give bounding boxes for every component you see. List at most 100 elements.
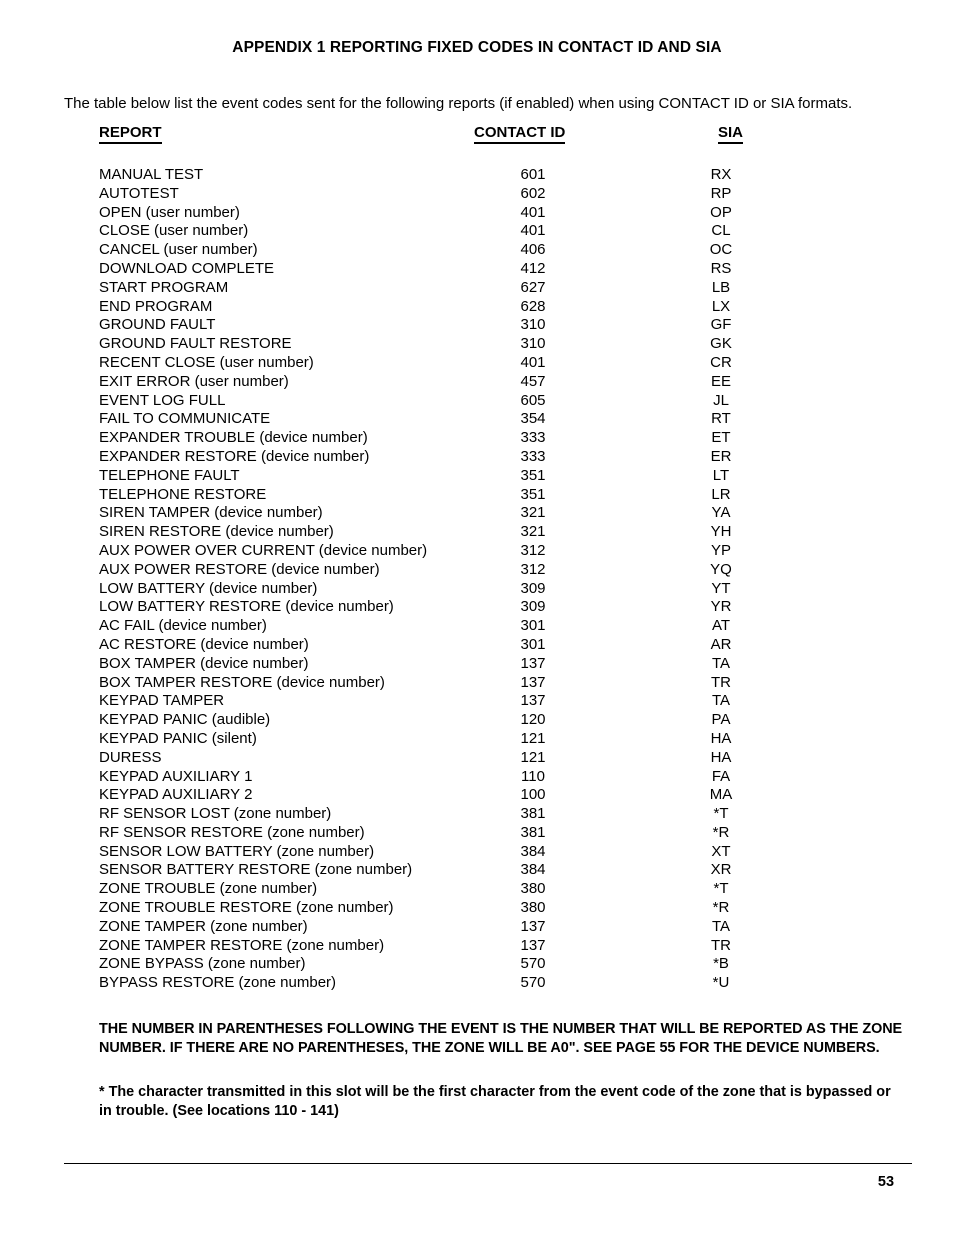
cell-sia: YH (710, 523, 732, 541)
cell-sia: YR (710, 598, 732, 616)
cell-report: AUTOTEST (99, 184, 179, 202)
cell-report: CANCEL (user number) (99, 241, 258, 259)
table-row: TELEPHONE FAULT 351 LT (99, 467, 799, 486)
cell-report: AC FAIL (device number) (99, 617, 267, 635)
cell-contact-id: 310 (520, 335, 546, 353)
table-row: KEYPAD AUXILIARY 1 110 FA (99, 768, 799, 787)
cell-sia: MA (709, 786, 733, 804)
table-row: LOW BATTERY (device number) 309 YT (99, 580, 799, 599)
cell-report: BOX TAMPER RESTORE (device number) (99, 673, 385, 691)
table-row: GROUND FAULT 310 GF (99, 316, 799, 335)
cell-report: DURESS (99, 748, 162, 766)
table-row: ZONE TAMPER RESTORE (zone number) 137 TR (99, 937, 799, 956)
cell-sia: RT (711, 410, 731, 428)
cell-sia: YQ (710, 560, 732, 578)
table-row: EVENT LOG FULL 605 JL (99, 392, 799, 411)
cell-report: RECENT CLOSE (user number) (99, 353, 314, 371)
table-row: CANCEL (user number) 406 OC (99, 241, 799, 260)
cell-contact-id: 401 (520, 203, 546, 221)
cell-report: GROUND FAULT (99, 316, 216, 334)
table-row: ZONE TAMPER (zone number) 137 TA (99, 918, 799, 937)
table-row: DOWNLOAD COMPLETE 412 RS (99, 260, 799, 279)
footer-divider (64, 1163, 912, 1164)
cell-sia: *T (713, 805, 729, 823)
cell-sia: CL (711, 222, 731, 240)
cell-sia: XR (710, 861, 732, 879)
table-row: EXIT ERROR (user number) 457 EE (99, 373, 799, 392)
table-header-row: REPORT CONTACT ID SIA (99, 124, 799, 145)
cell-report: FAIL TO COMMUNICATE (99, 410, 271, 428)
cell-sia: FA (711, 767, 731, 785)
table-row: KEYPAD PANIC (silent) 121 HA (99, 730, 799, 749)
cell-contact-id: 333 (520, 429, 546, 447)
cell-contact-id: 570 (520, 955, 546, 973)
cell-sia: ER (710, 447, 732, 465)
cell-sia: *B (713, 955, 729, 973)
table-row: AUX POWER RESTORE (device number) 312 YQ (99, 561, 799, 580)
cell-contact-id: 602 (520, 184, 546, 202)
table-row: OPEN (user number) 401 OP (99, 204, 799, 223)
cell-sia: RS (710, 259, 732, 277)
cell-contact-id: 312 (520, 541, 546, 559)
cell-sia: YA (711, 504, 731, 522)
cell-sia: RP (710, 184, 732, 202)
table-row: BOX TAMPER RESTORE (device number) 137 TR (99, 674, 799, 693)
cell-sia: *R (712, 823, 730, 841)
cell-contact-id: 137 (520, 917, 546, 935)
cell-report: ZONE TAMPER RESTORE (zone number) (99, 936, 385, 954)
cell-report: ZONE TROUBLE (zone number) (99, 880, 318, 898)
table-row: AC FAIL (device number) 301 AT (99, 617, 799, 636)
cell-contact-id: 301 (520, 617, 546, 635)
cell-sia: JL (713, 391, 729, 409)
table-row: AC RESTORE (device number) 301 AR (99, 636, 799, 655)
table-row: MANUAL TEST 601 RX (99, 166, 799, 185)
table-row: EXPANDER RESTORE (device number) 333 ER (99, 448, 799, 467)
table-row: GROUND FAULT RESTORE 310 GK (99, 335, 799, 354)
cell-sia: AR (710, 635, 732, 653)
cell-report: KEYPAD AUXILIARY 2 (99, 786, 253, 804)
cell-report: LOW BATTERY RESTORE (device number) (99, 598, 394, 616)
cell-report: SENSOR LOW BATTERY (zone number) (99, 842, 375, 860)
cell-sia: TR (711, 673, 731, 691)
cell-report: ZONE TAMPER (zone number) (99, 917, 308, 935)
cell-contact-id: 384 (520, 861, 546, 879)
table-row: LOW BATTERY RESTORE (device number) 309 YR (99, 598, 799, 617)
cell-report: BYPASS RESTORE (zone number) (99, 974, 337, 992)
codes-table: REPORT CONTACT ID SIA MANUAL TEST 601 RX AU… (99, 124, 799, 993)
cell-contact-id: 628 (520, 297, 546, 315)
cell-contact-id: 401 (520, 353, 546, 371)
cell-contact-id: 321 (520, 523, 546, 541)
cell-sia: YT (711, 579, 731, 597)
cell-contact-id: 601 (520, 166, 546, 183)
cell-sia: AT (711, 617, 731, 635)
cell-report: MANUAL TEST (99, 166, 204, 183)
table-row: BOX TAMPER (device number) 137 TA (99, 655, 799, 674)
cell-sia: YP (710, 541, 731, 559)
cell-contact-id: 351 (520, 466, 546, 484)
cell-report: EXIT ERROR (user number) (99, 372, 289, 390)
cell-report: LOW BATTERY (device number) (99, 579, 318, 597)
cell-sia: LB (711, 278, 731, 296)
cell-report: START PROGRAM (99, 278, 229, 296)
page-title: APPENDIX 1 REPORTING FIXED CODES IN CONT… (232, 39, 722, 56)
note-asterisk: * The character transmitted in this slot… (99, 1084, 891, 1119)
cell-contact-id: 333 (520, 447, 546, 465)
table-row: START PROGRAM 627 LB (99, 279, 799, 298)
cell-sia: *T (713, 880, 729, 898)
table-row: RF SENSOR RESTORE (zone number) 381 *R (99, 824, 799, 843)
cell-contact-id: 381 (520, 805, 546, 823)
cell-report: EXPANDER RESTORE (device number) (99, 447, 370, 465)
cell-report: CLOSE (user number) (99, 222, 249, 240)
cell-sia: TA (711, 654, 731, 672)
cell-report: BOX TAMPER (device number) (99, 654, 309, 672)
cell-contact-id: 321 (520, 504, 546, 522)
cell-contact-id: 351 (520, 485, 546, 503)
cell-sia: LX (711, 297, 731, 315)
document-page: APPENDIX 1 REPORTING FIXED CODES IN CONT… (0, 0, 954, 1235)
cell-contact-id: 309 (520, 579, 546, 597)
table-row: EXPANDER TROUBLE (device number) 333 ET (99, 429, 799, 448)
cell-report: KEYPAD TAMPER (99, 692, 225, 710)
cell-report: KEYPAD PANIC (silent) (99, 729, 257, 747)
cell-report: KEYPAD PANIC (audible) (99, 711, 271, 729)
cell-report: ZONE BYPASS (zone number) (99, 955, 306, 973)
